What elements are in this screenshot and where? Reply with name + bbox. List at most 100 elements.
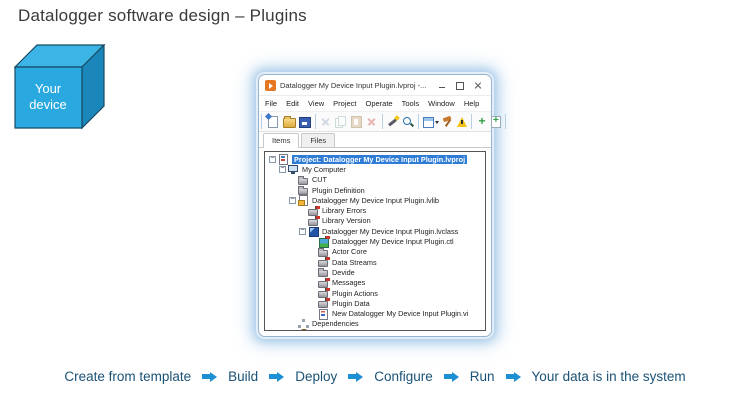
- ctl-icon: [318, 237, 329, 247]
- toolbar-group: [471, 114, 506, 129]
- lvlib-icon: [298, 195, 309, 205]
- minimize-button[interactable]: [435, 79, 449, 92]
- warning-triangle-icon[interactable]: [457, 117, 467, 127]
- tree-item-label: Plugin Data: [332, 299, 370, 308]
- tree-item-label: Datalogger My Device Input Plugin.lvlib: [312, 196, 439, 205]
- lvclass-icon: [308, 226, 319, 236]
- menu-window[interactable]: Window: [428, 99, 455, 108]
- tree-item[interactable]: Datalogger My Device Input Plugin.ctl: [267, 236, 485, 246]
- menu-bar: File Edit View Project Operate Tools Window Hel…: [259, 96, 491, 112]
- tree-item[interactable]: Data Streams: [267, 257, 485, 267]
- tree-item[interactable]: CUT: [267, 175, 485, 185]
- folder-icon: [298, 175, 309, 185]
- save-all-icon[interactable]: [299, 117, 311, 128]
- workflow-step-3: Deploy: [295, 369, 337, 384]
- tree-item[interactable]: +Build Specifications: [267, 329, 485, 331]
- tree-item[interactable]: Actor Core: [267, 247, 485, 257]
- folderflag-icon: [308, 206, 319, 216]
- add-item-icon[interactable]: [476, 116, 488, 128]
- menu-help[interactable]: Help: [464, 99, 479, 108]
- project-tree: −Project: Datalogger My Device Input Plu…: [264, 151, 486, 331]
- tree-item[interactable]: Library Errors: [267, 205, 485, 215]
- slide-title: Datalogger software design – Plugins: [18, 6, 307, 26]
- tree-item-label: New Datalogger My Device Input Plugin.vi: [332, 309, 468, 318]
- tree-item[interactable]: − Datalogger My Device Input Plugin.lvcla…: [267, 226, 485, 236]
- tree-item[interactable]: New Datalogger My Device Input Plugin.vi: [267, 308, 485, 318]
- folder-icon: [318, 267, 329, 277]
- toolbar-group: [418, 114, 471, 129]
- tree-item-label: Datalogger My Device Input Plugin.lvclas…: [322, 227, 458, 236]
- collapse-icon[interactable]: −: [279, 166, 286, 173]
- toolbar-group: [382, 114, 418, 129]
- paste-icon[interactable]: [351, 116, 362, 128]
- maximize-button[interactable]: [453, 79, 467, 92]
- new-file-icon[interactable]: [268, 116, 278, 128]
- tree-item[interactable]: Messages: [267, 278, 485, 288]
- tree-item-label: Library Version: [322, 216, 371, 225]
- menu-file[interactable]: File: [265, 99, 277, 108]
- add-file-icon[interactable]: [491, 116, 501, 128]
- arrow-right-icon: [202, 372, 217, 382]
- window-title: Datalogger My Device Input Plugin.lvproj…: [280, 81, 431, 90]
- toolbar: [259, 112, 491, 132]
- tab-bar: ItemsFiles: [259, 132, 491, 148]
- arrow-right-icon: [348, 372, 363, 382]
- find-items-icon[interactable]: [402, 116, 414, 128]
- folder-icon: [298, 185, 309, 195]
- tab-items[interactable]: Items: [263, 133, 299, 148]
- lvproj-window: Datalogger My Device Input Plugin.lvproj…: [258, 74, 492, 337]
- tree-item-label: Dependencies: [312, 319, 359, 328]
- device-label: Your device: [14, 67, 82, 127]
- vi-icon: [318, 309, 329, 319]
- collapse-icon[interactable]: −: [289, 197, 296, 204]
- tree-item[interactable]: Plugin Actions: [267, 288, 485, 298]
- close-button[interactable]: [471, 79, 485, 92]
- title-bar: Datalogger My Device Input Plugin.lvproj…: [259, 75, 491, 96]
- workflow-step-2: Build: [228, 369, 258, 384]
- tree-item[interactable]: − Datalogger My Device Input Plugin.lvlib: [267, 195, 485, 205]
- collapse-icon[interactable]: −: [269, 156, 276, 163]
- tree-item-label: Plugin Definition: [312, 186, 365, 195]
- tree-item-label: Library Errors: [322, 206, 366, 215]
- tree-item[interactable]: Devide: [267, 267, 485, 277]
- folder-icon: [318, 247, 329, 257]
- folderflag-icon: [308, 216, 319, 226]
- collapse-icon[interactable]: −: [299, 228, 306, 235]
- arrow-right-icon: [444, 372, 459, 382]
- tree-item-label: Messages: [332, 278, 365, 287]
- delete-icon[interactable]: [366, 116, 378, 128]
- resolve-conflicts-icon[interactable]: [387, 116, 399, 128]
- workflow: Create from template Build Deploy Configure…: [0, 369, 750, 384]
- tree-item-label: Plugin Actions: [332, 289, 378, 298]
- toolbar-group: [261, 114, 315, 129]
- folderflag-icon: [318, 278, 329, 288]
- tree-item-label: Actor Core: [332, 247, 367, 256]
- menu-operate[interactable]: Operate: [366, 99, 393, 108]
- open-project-icon[interactable]: [283, 118, 296, 128]
- tree-item[interactable]: Dependencies: [267, 319, 485, 329]
- tree-item[interactable]: Plugin Data: [267, 298, 485, 308]
- open-windows-dropdown-icon[interactable]: [423, 116, 439, 128]
- tree-item-label: CUT: [312, 175, 327, 184]
- tab-files[interactable]: Files: [301, 133, 335, 147]
- tree-item-label: Data Streams: [332, 258, 377, 267]
- workflow-step-6: Your data is in the system: [532, 369, 686, 384]
- workflow-step-4: Configure: [374, 369, 433, 384]
- copy-icon[interactable]: [335, 116, 347, 128]
- cut-icon[interactable]: [320, 116, 332, 128]
- workflow-step-1: Create from template: [64, 369, 191, 384]
- project-icon: [278, 154, 289, 164]
- build-hammer-icon[interactable]: [442, 116, 454, 128]
- folderflag-icon: [318, 288, 329, 298]
- tree-item[interactable]: −Project: Datalogger My Device Input Plu…: [267, 154, 485, 164]
- your-device-cube: Your device: [14, 44, 106, 130]
- menu-view[interactable]: View: [308, 99, 324, 108]
- tree-item[interactable]: −My Computer: [267, 164, 485, 174]
- tree-item[interactable]: Plugin Definition: [267, 185, 485, 195]
- tree-item[interactable]: Library Version: [267, 216, 485, 226]
- menu-project[interactable]: Project: [333, 99, 356, 108]
- arrow-right-icon: [506, 372, 521, 382]
- tree-item-label: Datalogger My Device Input Plugin.ctl: [332, 237, 454, 246]
- menu-edit[interactable]: Edit: [286, 99, 299, 108]
- menu-tools[interactable]: Tools: [402, 99, 420, 108]
